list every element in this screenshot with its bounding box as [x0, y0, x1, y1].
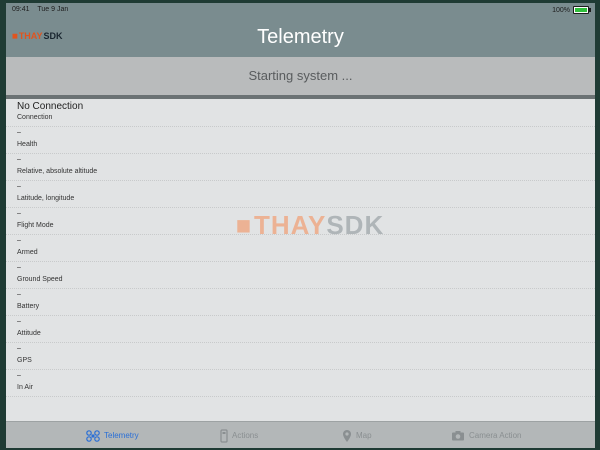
telemetry-label: In Air	[17, 384, 33, 391]
list-item: – Relative, absolute altitude	[6, 153, 595, 181]
list-item: – Attitude	[6, 315, 595, 343]
telemetry-value: –	[17, 129, 21, 136]
telemetry-value: –	[17, 183, 21, 190]
telemetry-value: –	[17, 237, 21, 244]
list-item: No Connection Connection	[6, 99, 595, 127]
tab-label: Camera Action	[469, 431, 522, 440]
telemetry-value: –	[17, 372, 21, 379]
telemetry-label: Relative, absolute altitude	[17, 168, 98, 175]
tab-bar: Telemetry Actions Map Camera Action	[6, 421, 595, 448]
telemetry-label: GPS	[17, 357, 32, 364]
telemetry-label: Battery	[17, 303, 40, 310]
list-item: – Latitude, longitude	[6, 180, 595, 208]
list-item: – Ground Speed	[6, 261, 595, 289]
telemetry-value: –	[17, 156, 21, 163]
remote-icon	[220, 428, 228, 443]
telemetry-label: Health	[17, 141, 38, 148]
tab-label: Actions	[232, 431, 259, 440]
tab-camera-action[interactable]: Camera Action	[451, 422, 521, 448]
telemetry-value: No Connection	[17, 101, 84, 112]
telemetry-label: Latitude, longitude	[17, 195, 75, 202]
telemetry-label: Flight Mode	[17, 222, 54, 229]
tab-telemetry[interactable]: Telemetry	[86, 422, 139, 448]
telemetry-value: –	[17, 345, 21, 352]
tab-label: Map	[356, 431, 372, 440]
page-title: Telemetry	[257, 26, 344, 48]
telemetry-label: Ground Speed	[17, 276, 63, 283]
list-item: – Health	[6, 126, 595, 154]
telemetry-value: –	[17, 318, 21, 325]
watermark-mark-icon: ◼	[236, 215, 252, 235]
drone-icon	[86, 429, 100, 442]
list-item: – Battery	[6, 288, 595, 316]
battery-percent: 100%	[552, 6, 570, 14]
tab-actions[interactable]: Actions	[220, 422, 258, 448]
list-item: – GPS	[6, 342, 595, 370]
telemetry-label: Attitude	[17, 330, 41, 337]
status-date: Tue 9 Jan	[37, 6, 69, 13]
telemetry-label: Connection	[17, 114, 53, 121]
app-window: 09:41 Tue 9 Jan 100% ◼ THAY SDK Telemetr…	[6, 3, 595, 448]
system-status-banner: Starting system ...	[6, 57, 595, 95]
telemetry-label: Armed	[17, 249, 38, 256]
battery-icon	[573, 6, 591, 14]
camera-icon	[452, 431, 464, 441]
list-item: – In Air	[6, 369, 595, 397]
watermark-logo: ◼ THAY SDK	[236, 210, 385, 240]
telemetry-value: –	[17, 291, 21, 298]
status-time: 09:41	[12, 6, 30, 13]
tab-map[interactable]: Map	[342, 422, 372, 448]
status-bar: 09:41 Tue 9 Jan 100%	[6, 3, 595, 17]
telemetry-value: –	[17, 210, 21, 217]
telemetry-value: –	[17, 264, 21, 271]
tab-label: Telemetry	[104, 431, 139, 440]
map-pin-icon	[343, 429, 351, 442]
nav-bar: ◼ THAY SDK Telemetry	[6, 17, 595, 57]
telemetry-list: No Connection Connection – Health – Rela…	[6, 99, 595, 421]
